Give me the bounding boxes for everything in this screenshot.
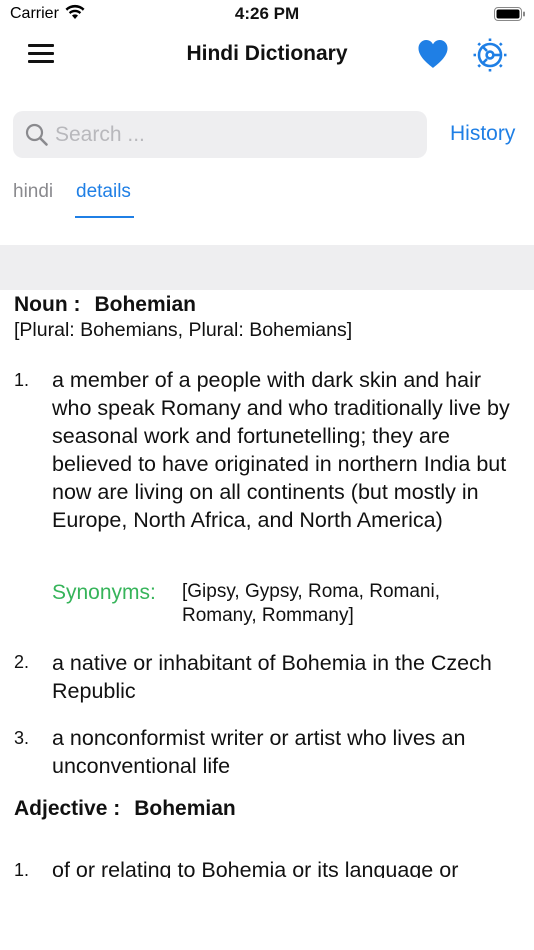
nav-bar: Hindi Dictionary (0, 30, 534, 80)
pos-label: Adjective : (14, 797, 121, 820)
definition-number: 2. (14, 652, 30, 672)
entry-details: Noun : Bohemian [Plural: Bohemians, Plura… (0, 292, 534, 878)
noun-heading: Noun : Bohemian (14, 293, 196, 317)
definition-number: 1. (14, 370, 30, 390)
tab-selected-indicator (75, 216, 134, 218)
pos-label: Noun : (14, 293, 81, 316)
tab-details[interactable]: details (76, 181, 131, 203)
tab-hindi[interactable]: hindi (13, 181, 53, 203)
synonyms-label: Synonyms: (52, 581, 156, 604)
page-title: Hindi Dictionary (186, 42, 348, 65)
gear-icon[interactable] (472, 37, 508, 73)
definition-text: a native or inhabitant of Bohemia in the… (52, 651, 492, 703)
synonyms-list: [Gipsy, Gypsy, Roma, Romani, Romany, Rom… (182, 581, 440, 626)
definition-text: of or relating to Bohemia or its languag… (52, 858, 459, 878)
definition-number: 3. (14, 728, 30, 748)
search-icon (25, 123, 49, 152)
status-time: 4:26 PM (234, 4, 300, 23)
search-bar (13, 111, 427, 158)
headword: Bohemian (134, 797, 236, 820)
tab-bar: hindi details (0, 178, 534, 222)
heart-icon[interactable] (416, 38, 450, 70)
adjective-heading: Adjective : Bohemian (14, 797, 236, 821)
headword: Bohemian (94, 293, 196, 316)
status-bar: Carrier 4:26 PM (0, 0, 534, 30)
search-input[interactable] (55, 119, 415, 150)
definition-text: a member of a people with dark skin and … (52, 368, 510, 532)
section-band (0, 245, 534, 290)
definition-text: a nonconformist writer or artist who liv… (52, 726, 466, 778)
battery-icon (494, 6, 526, 27)
history-button[interactable]: History (450, 122, 515, 146)
definition-number: 1. (14, 860, 30, 878)
plural-forms: [Plural: Bohemians, Plural: Bohemians] (14, 319, 353, 341)
